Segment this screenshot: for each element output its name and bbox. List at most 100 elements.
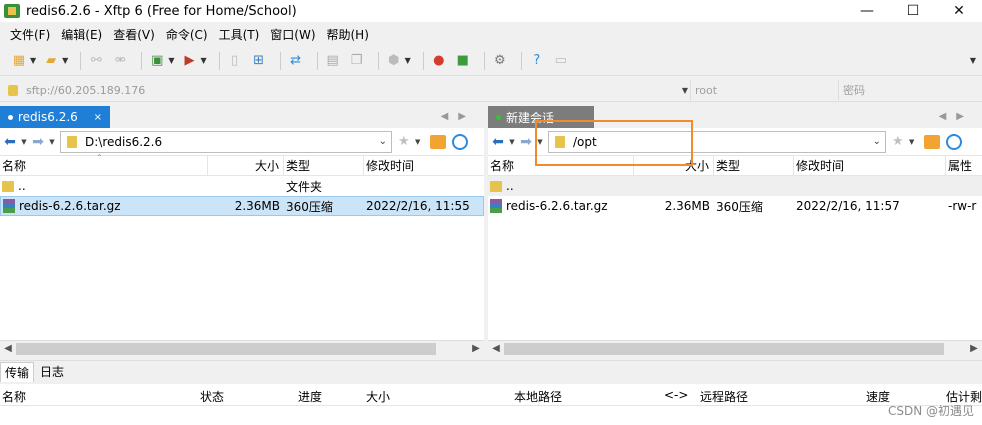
- parent-directory-row[interactable]: .. 文件夹: [0, 176, 484, 196]
- column-status[interactable]: 状态: [200, 388, 224, 405]
- new-session-icon[interactable]: ▦: [10, 52, 28, 70]
- password-input[interactable]: 密码: [838, 80, 978, 100]
- remote-path-input[interactable]: /opt ⌄: [548, 130, 886, 153]
- chevron-down-icon[interactable]: ▼: [506, 138, 518, 146]
- tab-label: 新建会话: [506, 110, 555, 125]
- star-icon[interactable]: ★: [398, 134, 410, 149]
- print-icon[interactable]: ▤: [324, 52, 342, 70]
- menu-window[interactable]: 窗口(W): [270, 26, 315, 43]
- disconnect-icon[interactable]: ⚮: [111, 52, 129, 70]
- scroll-thumb[interactable]: [504, 342, 944, 355]
- address-bar: sftp://60.205.189.176 ▼ root 密码: [0, 78, 982, 102]
- toolbar-overflow-icon[interactable]: ▼: [970, 56, 976, 65]
- terminal-icon[interactable]: ▶: [180, 52, 198, 70]
- sync-icon[interactable]: ⇄: [287, 52, 305, 70]
- column-modified[interactable]: 修改时间: [794, 155, 946, 176]
- archive-file-icon: [3, 199, 15, 213]
- chevron-down-icon[interactable]: ▼: [168, 56, 174, 65]
- column-modified[interactable]: 修改时间: [364, 156, 484, 176]
- open-folder-icon[interactable]: ▰: [42, 52, 60, 70]
- refresh-icon[interactable]: [945, 133, 962, 150]
- remote-tabstrip: 新建会话 ◀▶: [488, 106, 982, 128]
- remote-horizontal-scrollbar[interactable]: ◀ ▶: [488, 340, 982, 356]
- column-direction[interactable]: <->: [664, 388, 688, 402]
- xshell-icon[interactable]: ●: [430, 52, 448, 70]
- column-speed[interactable]: 速度: [866, 388, 890, 405]
- chat-icon[interactable]: ▭: [552, 52, 570, 70]
- chevron-down-icon[interactable]: ▼: [412, 138, 424, 146]
- column-size[interactable]: 大小: [634, 155, 714, 176]
- chevron-down-icon[interactable]: ▼: [405, 56, 411, 65]
- tab-remote-session[interactable]: 新建会话: [488, 106, 594, 128]
- document-icon[interactable]: ▯: [226, 52, 244, 70]
- menu-view[interactable]: 查看(V): [113, 26, 155, 43]
- new-file-icon[interactable]: ⊞: [250, 52, 268, 70]
- scroll-left-icon[interactable]: ◀: [0, 343, 16, 354]
- copy-icon[interactable]: ❐: [348, 52, 366, 70]
- chevron-down-icon[interactable]: ▼: [30, 56, 36, 65]
- shield-icon[interactable]: ⬢: [385, 52, 403, 70]
- xftp-icon[interactable]: ■: [454, 52, 472, 70]
- tab-transfers[interactable]: 传输: [0, 361, 35, 382]
- back-arrow-icon[interactable]: ⬅: [2, 134, 18, 150]
- scroll-thumb[interactable]: [16, 342, 436, 355]
- menu-file[interactable]: 文件(F): [10, 26, 50, 43]
- chevron-down-icon[interactable]: ⌄: [873, 136, 881, 147]
- local-path-value: D:\redis6.2.6: [85, 134, 163, 149]
- menu-help[interactable]: 帮助(H): [327, 26, 369, 43]
- back-arrow-icon[interactable]: ⬅: [490, 134, 506, 150]
- tab-local-session[interactable]: redis6.2.6 ×: [0, 106, 110, 128]
- chevron-down-icon[interactable]: ▼: [906, 138, 918, 146]
- forward-arrow-icon[interactable]: ➡: [518, 134, 534, 150]
- tab-log[interactable]: 日志: [36, 362, 68, 382]
- folder-up-icon[interactable]: [923, 134, 940, 149]
- column-type[interactable]: 类型: [284, 155, 364, 176]
- table-row[interactable]: redis-6.2.6.tar.gz 2.36MB 360压缩 2022/2/1…: [488, 196, 982, 216]
- menu-command[interactable]: 命令(C): [166, 26, 208, 43]
- local-horizontal-scrollbar[interactable]: ◀ ▶: [0, 340, 484, 356]
- chevron-down-icon[interactable]: ▼: [682, 86, 688, 95]
- column-name[interactable]: 名称: [2, 388, 26, 405]
- help-icon[interactable]: ?: [528, 52, 546, 70]
- maximize-button[interactable]: ☐: [890, 0, 936, 22]
- chevron-down-icon[interactable]: ▼: [534, 138, 546, 146]
- chevron-down-icon[interactable]: ▼: [18, 138, 30, 146]
- gear-icon[interactable]: ⚙: [491, 52, 509, 70]
- scroll-right-icon[interactable]: ▶: [966, 343, 982, 354]
- forward-arrow-icon[interactable]: ➡: [30, 134, 46, 150]
- column-size[interactable]: 大小: [208, 155, 284, 176]
- table-row[interactable]: redis-6.2.6.tar.gz 2.36MB 360压缩 2022/2/1…: [0, 196, 484, 216]
- column-size[interactable]: 大小: [366, 388, 390, 405]
- refresh-icon[interactable]: [451, 133, 468, 150]
- new-window-icon[interactable]: ▣: [148, 52, 166, 70]
- column-type[interactable]: 类型: [714, 155, 794, 176]
- column-local-path[interactable]: 本地路径: [514, 388, 562, 405]
- xftp-app-icon: [4, 4, 20, 18]
- tab-scroll-arrows[interactable]: ◀▶: [441, 111, 476, 122]
- chevron-down-icon[interactable]: ⌄: [379, 136, 387, 147]
- menu-tools[interactable]: 工具(T): [219, 26, 260, 43]
- minimize-button[interactable]: —: [844, 0, 890, 22]
- menu-edit[interactable]: 编辑(E): [61, 26, 102, 43]
- close-icon[interactable]: ×: [94, 112, 102, 123]
- column-progress[interactable]: 进度: [298, 388, 322, 405]
- close-button[interactable]: ✕: [936, 0, 982, 22]
- chevron-down-icon[interactable]: ▼: [62, 56, 68, 65]
- parent-directory-row[interactable]: ..: [488, 176, 982, 196]
- column-remote-path[interactable]: 远程路径: [700, 388, 748, 405]
- connect-icon[interactable]: ⚯: [87, 52, 105, 70]
- column-name[interactable]: 名称: [0, 155, 208, 176]
- scroll-right-icon[interactable]: ▶: [468, 343, 484, 354]
- column-attributes[interactable]: 属性: [946, 156, 982, 176]
- chevron-down-icon[interactable]: ▼: [46, 138, 58, 146]
- host-input[interactable]: sftp://60.205.189.176 ▼: [8, 80, 688, 100]
- tab-scroll-arrows[interactable]: ◀▶: [939, 111, 974, 122]
- folder-up-icon[interactable]: [429, 134, 446, 149]
- scroll-left-icon[interactable]: ◀: [488, 343, 504, 354]
- chevron-down-icon[interactable]: ▼: [200, 56, 206, 65]
- star-icon[interactable]: ★: [892, 134, 904, 149]
- username-input[interactable]: root: [690, 80, 834, 100]
- file-size: 2.36MB: [664, 199, 710, 213]
- local-path-input[interactable]: D:\redis6.2.6 ⌄: [60, 130, 392, 153]
- column-name[interactable]: 名称: [488, 155, 634, 176]
